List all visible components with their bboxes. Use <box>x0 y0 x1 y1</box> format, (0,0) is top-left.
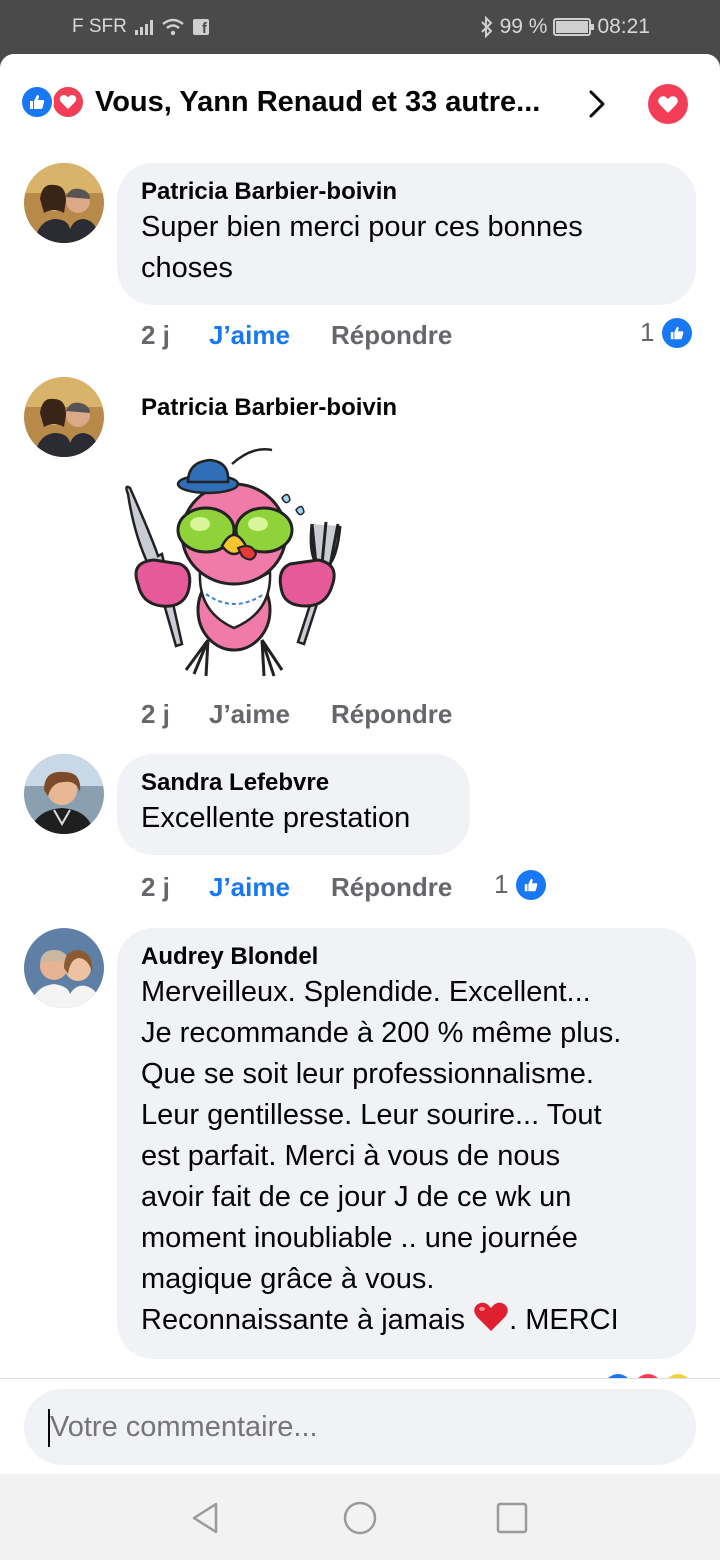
clock: 08:21 <box>597 15 650 38</box>
bluetooth-icon <box>480 16 492 38</box>
battery-icon <box>553 18 595 36</box>
comment-text-line: Super bien merci pour ces bonnes <box>141 211 583 243</box>
red-heart-emoji-icon <box>474 1302 508 1331</box>
navigation-bar <box>0 1474 720 1560</box>
like-button[interactable]: J’aime <box>209 320 331 351</box>
comment-text-line: choses <box>141 252 233 284</box>
like-button[interactable]: J’aime <box>209 872 331 903</box>
like-button[interactable]: J’aime <box>209 699 331 730</box>
facebook-notification-icon <box>192 19 209 37</box>
avatar[interactable] <box>24 754 104 834</box>
comment-composer <box>0 1378 720 1474</box>
heart-icon <box>658 95 678 113</box>
reply-button[interactable]: Répondre <box>331 320 452 351</box>
avatar[interactable] <box>24 377 104 457</box>
comments-sheet: Vous, Yann Renaud et 33 autre... Patrici… <box>0 54 720 1380</box>
avatar[interactable] <box>24 928 104 1008</box>
comment-actions: 2 j J’aime Répondre <box>141 872 452 903</box>
signal-icon <box>134 19 153 35</box>
reply-button[interactable]: Répondre <box>331 699 452 730</box>
comment-time: 2 j <box>141 699 170 729</box>
love-reaction-button[interactable] <box>648 84 688 124</box>
comment-reactions[interactable]: 1 <box>494 869 547 900</box>
battery-percent: 99 % <box>499 15 548 38</box>
avatar[interactable] <box>24 163 104 243</box>
comment-text-segment: Reconnaissante à jamais <box>141 1304 474 1336</box>
comment-time: 2 j <box>141 872 170 902</box>
comment-text-line: avoir fait de ce jour J de ce wk un <box>141 1181 572 1213</box>
chevron-right-icon[interactable] <box>586 88 608 120</box>
comment-text-line: moment inoubliable .. une journée <box>141 1222 578 1254</box>
status-bar: F SFR 99 % 08:21 <box>0 0 720 56</box>
recents-icon[interactable] <box>492 1500 532 1536</box>
carrier-label: F SFR <box>72 16 127 37</box>
comment-author[interactable]: Patricia Barbier-boivin <box>141 177 672 207</box>
comment-actions: 2 j J’aime Répondre <box>141 699 452 730</box>
comment-text-line: Leur gentillesse. Leur sourire... Tout <box>141 1099 602 1131</box>
hungry-bird-sticker[interactable] <box>122 444 348 680</box>
comment-bubble[interactable]: Sandra Lefebvre Excellente prestation <box>117 754 470 855</box>
comment-text-line: est parfait. Merci à vous de nous <box>141 1140 561 1172</box>
comment-author[interactable]: Audrey Blondel <box>141 942 672 972</box>
comment-text-line: magique grâce à vous. <box>141 1263 435 1295</box>
like-reaction-icon <box>20 85 54 119</box>
back-icon[interactable] <box>186 1500 226 1536</box>
comment-reactions[interactable]: 1 <box>640 317 693 348</box>
wifi-icon <box>162 18 184 36</box>
comment-bubble[interactable]: Patricia Barbier-boivin Super bien merci… <box>117 163 696 305</box>
reaction-count: 1 <box>494 869 509 899</box>
text-cursor <box>48 1409 50 1447</box>
comment-time: 2 j <box>141 320 170 350</box>
comment-text-segment: . MERCI <box>509 1304 619 1336</box>
comment-text-line: Excellente prestation <box>141 802 411 834</box>
comment-text-line: Que se soit leur professionnalisme. <box>141 1058 594 1090</box>
status-right: 99 % 08:21 <box>480 15 650 39</box>
reply-button[interactable]: Répondre <box>331 872 452 903</box>
love-reaction-icon <box>51 85 85 119</box>
comment-input[interactable] <box>24 1389 696 1465</box>
comment-text-line: Reconnaissante à jamais . MERCI <box>141 1300 672 1341</box>
reaction-summary-icons <box>20 85 90 119</box>
like-badge-icon <box>516 869 547 900</box>
reactions-summary-text[interactable]: Vous, Yann Renaud et 33 autre... <box>95 86 540 119</box>
comment-actions: 2 j J’aime Répondre <box>141 320 452 351</box>
comment-bubble[interactable]: Audrey Blondel Merveilleux. Splendide. E… <box>117 928 696 1359</box>
reaction-count: 1 <box>640 317 655 347</box>
like-badge-icon <box>662 317 693 348</box>
comment-text-line: Merveilleux. Splendide. Excellent... <box>141 976 591 1008</box>
home-icon[interactable] <box>340 1500 380 1536</box>
comment-author[interactable]: Patricia Barbier-boivin <box>141 394 397 422</box>
comment-author[interactable]: Sandra Lefebvre <box>141 768 446 798</box>
comment-text-line: Je recommande à 200 % même plus. <box>141 1017 622 1049</box>
reactions-header[interactable]: Vous, Yann Renaud et 33 autre... <box>0 54 720 150</box>
status-left: F SFR <box>72 16 209 38</box>
